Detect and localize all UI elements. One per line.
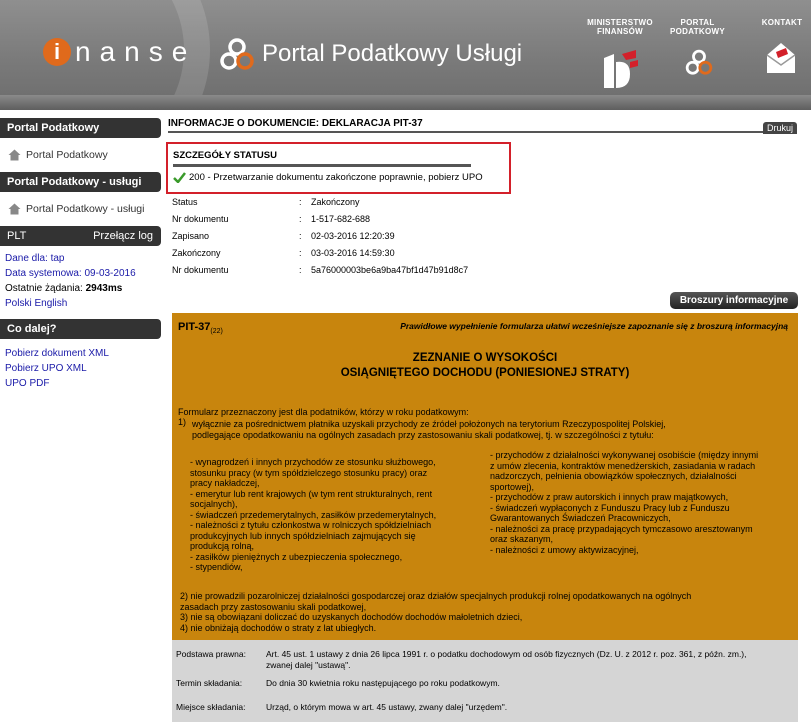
envelope-icon[interactable]: [764, 40, 798, 76]
legal-row: Miejsce składania: Urząd, o którym mowa …: [176, 702, 508, 712]
document-details: Status: Zakończony Nr dokumentu:1-517-682…: [172, 197, 468, 282]
system-date-value: 09-03-2016: [84, 268, 136, 279]
form-intro: Formularz przeznaczony jest dla podatnik…: [178, 407, 469, 417]
ministry-logo-icon[interactable]: [600, 48, 640, 94]
home-icon: [8, 203, 21, 215]
data-for-value: tap: [50, 253, 65, 264]
finanse-logo-text: nanse: [75, 36, 197, 67]
lang-english-link[interactable]: English: [34, 298, 67, 309]
download-xml-link[interactable]: Pobierz dokument XML: [5, 348, 109, 359]
point1-text: wyłącznie za pośrednictwem płatnika uzys…: [192, 419, 666, 440]
next-steps-links: Pobierz dokument XML Pobierz UPO XML UPO…: [0, 339, 161, 391]
kontakt-link[interactable]: KONTAKT: [757, 18, 807, 27]
detail-row: Zapisano:02-03-2016 12:20:39: [172, 231, 395, 241]
income-list-right: - przychodów z działalności wykonywanej …: [490, 450, 759, 555]
plt-header: PLT Przełącz log: [0, 226, 161, 246]
download-upo-xml-link[interactable]: Pobierz UPO XML: [5, 363, 87, 374]
status-details-box: SZCZEGÓŁY STATUSU 200 - Przetwarzanie do…: [166, 142, 511, 194]
last-requests-row: Ostatnie żądania: 2943ms: [5, 283, 123, 294]
detail-row: Zakończony:03-03-2016 14:59:30: [172, 248, 395, 258]
income-list-left: - wynagrodzeń i innych przychodów ze sto…: [190, 457, 437, 572]
pit-form-header: PIT-37(22) Prawidłowe wypełnienie formul…: [172, 313, 798, 640]
pit-code: PIT-37(22): [178, 321, 223, 336]
checkmark-icon: [173, 172, 186, 183]
portal-podatkowy-small-icon[interactable]: [684, 48, 714, 78]
sidebar-item-portal-podatkowy[interactable]: Portal Podatkowy: [0, 138, 161, 172]
form-points-2-4: 2) nie prowadzili pozarolniczej działaln…: [180, 591, 692, 633]
title-divider: [168, 131, 766, 133]
sidebar-item-portal-podatkowy-uslugi[interactable]: Portal Podatkowy - usługi: [0, 192, 161, 226]
sidebar-item-label: Portal Podatkowy: [26, 149, 108, 161]
system-date-row: Data systemowa: 09-03-2016: [5, 268, 136, 279]
detail-row: Nr dokumentu:1-517-682-688: [172, 214, 371, 224]
language-row: Polski English: [5, 296, 161, 311]
switch-log-link[interactable]: Przełącz log: [93, 226, 153, 246]
data-for-row: Dane dla: tap: [5, 253, 65, 264]
last-requests-value: 2943ms: [85, 283, 123, 294]
sidebar-item-label: Portal Podatkowy - usługi: [26, 203, 145, 215]
header: i nanse Portal Podatkowy Usługi MINISTER…: [0, 0, 811, 110]
form-title: ZEZNANIE O WYSOKOŚCI OSIĄGNIĘTEGO DOCHOD…: [340, 352, 630, 379]
main-content: INFORMACJE O DOKUMENCIE: DEKLARACJA PIT-…: [168, 118, 808, 134]
form-legal-info: Podstawa prawna: Art. 45 ust. 1 ustawy z…: [172, 640, 798, 722]
next-steps-title: Co dalej?: [0, 319, 161, 339]
finanse-logo-icon: i: [43, 38, 71, 66]
form-hint: Prawidłowe wypełnienie formularza ułatwi…: [400, 321, 788, 331]
plt-info: Dane dla: tap Data systemowa: 09-03-2016…: [0, 246, 161, 311]
brochures-button[interactable]: Broszury informacyjne: [670, 292, 798, 309]
portal-podatkowy-logo-icon: [220, 38, 254, 70]
lang-polski-link[interactable]: Polski: [5, 298, 32, 309]
home-icon: [8, 149, 21, 161]
ministerstwo-finansow-link[interactable]: MINISTERSTWO FINANSÓW: [583, 18, 657, 36]
sidebar: Portal Podatkowy Portal Podatkowy Portal…: [0, 118, 161, 391]
plt-title: PLT: [7, 230, 27, 242]
portal-title: Portal Podatkowy Usługi: [262, 40, 523, 67]
upo-pdf-link[interactable]: UPO PDF: [5, 378, 49, 389]
detail-row: Status: Zakończony: [172, 197, 360, 207]
status-details-title: SZCZEGÓŁY STATUSU: [173, 150, 277, 161]
header-bottom-band: [0, 95, 811, 110]
print-button[interactable]: Drukuj: [763, 122, 798, 134]
legal-row: Podstawa prawna: Art. 45 ust. 1 ustawy z…: [176, 649, 747, 670]
detail-row: Nr dokumentu:5a76000003be6a9ba47bf1d47b9…: [172, 265, 469, 275]
portal-podatkowy-link[interactable]: PORTAL PODATKOWY: [670, 18, 725, 36]
status-message: 200 - Przetwarzanie dokumentu zakończone…: [173, 172, 504, 183]
sidebar-section-title: Portal Podatkowy - usługi: [0, 172, 161, 192]
sidebar-section-title: Portal Podatkowy: [0, 118, 161, 138]
status-divider: [173, 164, 471, 167]
point1-number: 1): [178, 417, 187, 427]
page-title: INFORMACJE O DOKUMENCIE: DEKLARACJA PIT-…: [168, 118, 423, 129]
legal-row: Termin składania: Do dnia 30 kwietnia ro…: [176, 678, 500, 688]
